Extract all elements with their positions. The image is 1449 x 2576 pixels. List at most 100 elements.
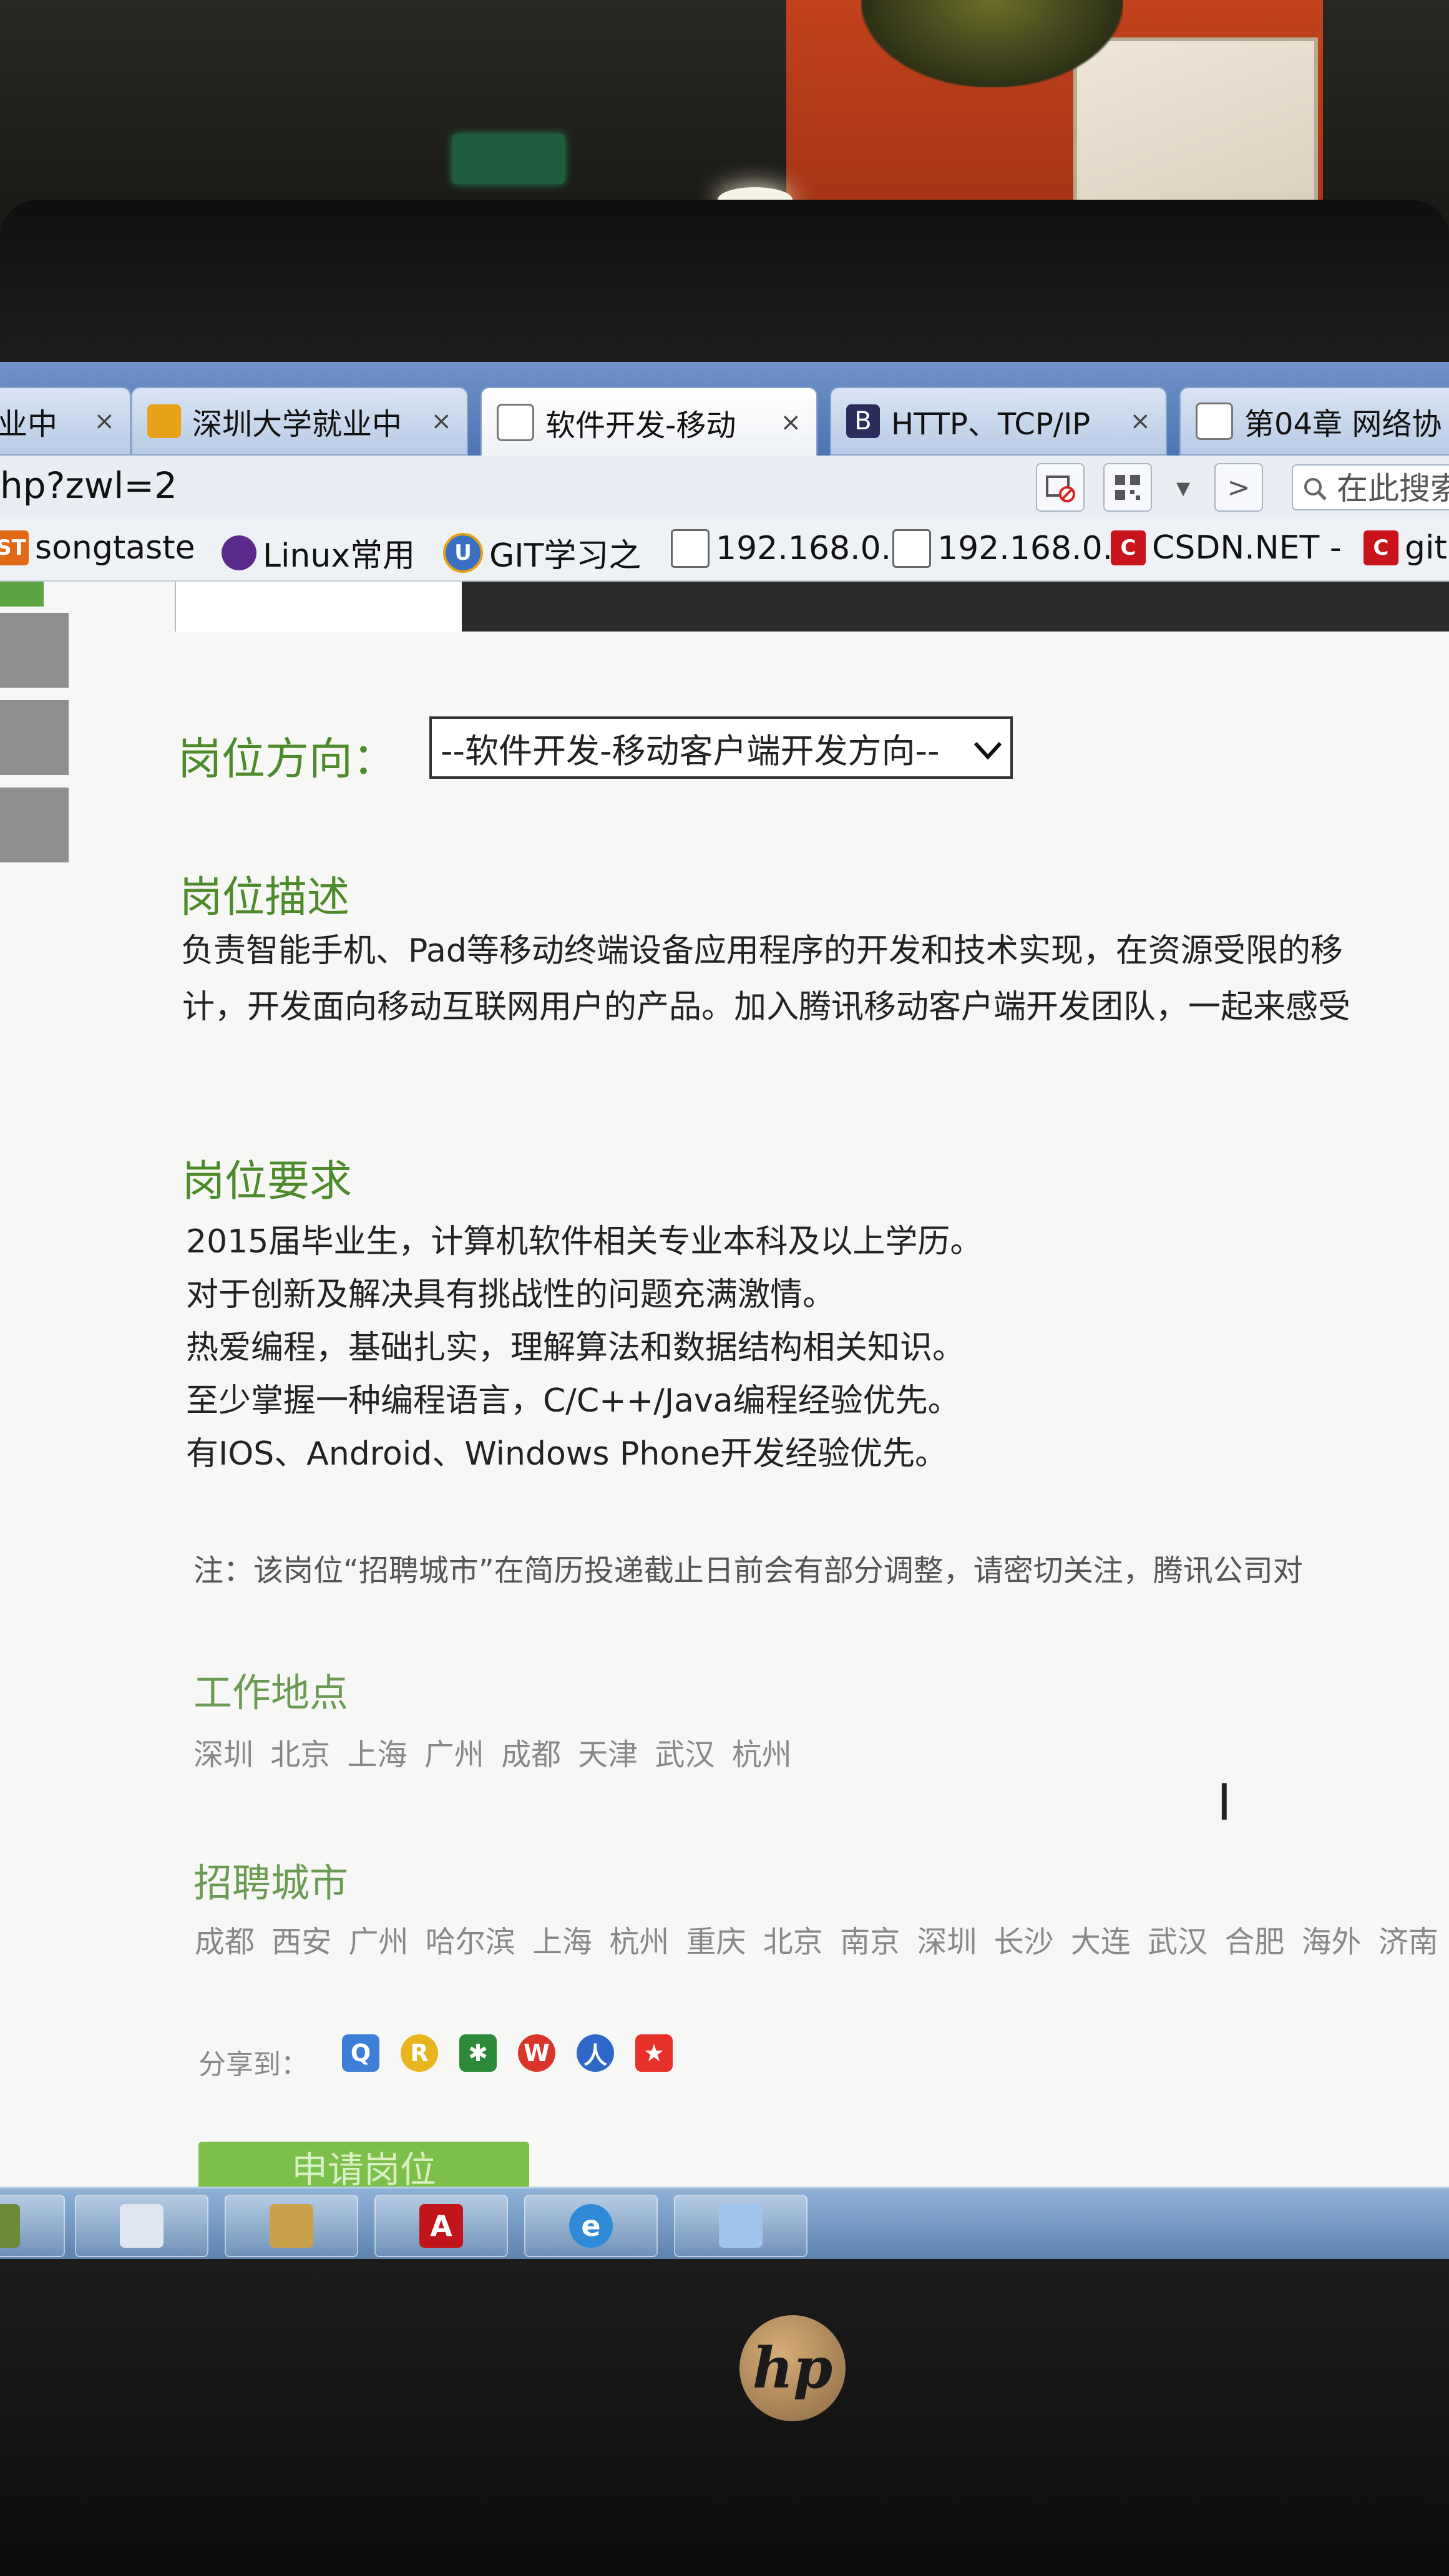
bookmark-label: CSDN.NET - (1152, 529, 1342, 567)
description-title: 岗位描述 (180, 873, 350, 922)
tab-2-active[interactable]: 软件开发-移动 × (481, 387, 817, 457)
szu-favicon-icon (147, 404, 181, 438)
plant-leaves (861, 0, 1123, 87)
u-icon: U (443, 532, 483, 573)
app-icon (0, 2204, 20, 2248)
renren-icon[interactable]: R (401, 2034, 438, 2072)
tab-close-icon[interactable]: × (84, 407, 115, 436)
block-icon[interactable] (1036, 463, 1085, 512)
recruit-cities: 成都 西安 广州 哈尔滨 上海 杭州 重庆 北京 南京 深圳 长沙 大连 武汉 … (195, 1925, 1449, 1959)
bookmark-lan-2[interactable]: 192.168.0. (892, 529, 1113, 568)
search-input[interactable]: 在此搜索 (1292, 464, 1449, 510)
nav-tab-active[interactable] (175, 582, 463, 632)
qzone-icon[interactable]: Q (342, 2034, 379, 2072)
notice-text: 注：该岗位“招聘城市”在简历投递截止日前会有部分调整，请密切关注，腾讯公司对 (193, 1553, 1303, 1588)
text-cursor-icon: I (1217, 1773, 1232, 1832)
windows-taskbar: A e (0, 2187, 1449, 2259)
sidebar-item[interactable] (0, 700, 69, 775)
bookmark-label: git (1405, 529, 1447, 567)
songtaste-icon: ST (0, 530, 29, 565)
left-sidebar (0, 582, 69, 894)
share-label: 分享到： (198, 2049, 308, 2081)
bookmark-lan-1[interactable]: 192.168.0. (671, 529, 891, 568)
tab-close-icon[interactable]: × (770, 408, 801, 437)
url-field[interactable]: hp?zwl=2 (0, 464, 177, 507)
linux-icon (222, 535, 256, 570)
taskbar-file-manager[interactable] (0, 2195, 65, 2257)
bookmarks-bar: ST songtaste Linux常用 U GIT学习之 192.168.0.… (0, 518, 1449, 582)
page-icon (892, 529, 931, 568)
kaixin-icon[interactable]: ✱ (459, 2034, 497, 2072)
chevron-down-icon (973, 728, 1003, 768)
document-icon (120, 2204, 163, 2248)
tab-1[interactable]: 深圳大学就业中 × (131, 387, 468, 456)
tab-close-icon[interactable]: × (421, 407, 452, 436)
taskbar-pdf-reader[interactable]: A (374, 2195, 508, 2257)
window-icon (719, 2204, 763, 2248)
requirements-title: 岗位要求 (182, 1157, 353, 1206)
tab-label: 业中 (0, 407, 58, 442)
monitor-bezel-bottom: hp (0, 2259, 1449, 2576)
address-bar: hp?zwl=2 ▾ > 在此搜索 (0, 456, 1449, 519)
qr-code-icon[interactable] (1103, 463, 1152, 512)
sidebar-accent (0, 582, 44, 607)
requirement-item: 有IOS、Android、Windows Phone开发经验优先。 (186, 1435, 948, 1473)
tab-3[interactable]: B HTTP、TCP/IP × (830, 387, 1167, 456)
search-icon (1302, 466, 1329, 509)
bookmark-git-2[interactable]: C git (1364, 529, 1447, 567)
bookmark-git[interactable]: U GIT学习之 (443, 529, 641, 576)
monitor-screen: 业中 × 深圳大学就业中 × 软件开发-移动 × B HTTP、TCP/IP ×… (0, 362, 1449, 2259)
ie-icon: e (569, 2204, 613, 2248)
taskbar-ie-browser[interactable]: e (524, 2195, 658, 2257)
description-line: 计，开发面向移动互联网用户的产品。加入腾讯移动客户端开发团队，一起来感受 (182, 988, 1351, 1026)
forward-button[interactable]: > (1214, 463, 1263, 512)
bootstrap-favicon-icon: B (846, 404, 880, 438)
monitor-bezel-top (0, 200, 1449, 362)
bookmark-label: songtaste (35, 529, 195, 567)
bookmark-label: GIT学习之 (489, 537, 642, 575)
tab-label: 第04章 网络协 (1244, 407, 1442, 442)
weibo-icon[interactable]: W (518, 2034, 555, 2072)
csdn-icon: C (1111, 530, 1146, 565)
bookmark-linux[interactable]: Linux常用 (222, 529, 415, 576)
chevron-down-icon[interactable]: ▾ (1171, 464, 1196, 510)
requirement-item: 对于创新及解决具有挑战性的问题充满激情。 (186, 1276, 836, 1314)
address-bar-tools: ▾ > (1036, 463, 1263, 512)
recruit-city-title: 招聘城市 (193, 1860, 349, 1906)
work-locations: 深圳 北京 上海 广州 成都 天津 武汉 杭州 (193, 1737, 792, 1772)
favorite-star-icon[interactable]: ★ (635, 2034, 673, 2072)
page-icon (671, 529, 710, 568)
taskbar-windows-explorer[interactable] (674, 2195, 807, 2257)
direction-value: --软件开发-移动客户端开发方向-- (441, 731, 940, 771)
tab-label: 软件开发-移动 (545, 408, 736, 443)
tab-label: 深圳大学就业中 (192, 407, 402, 442)
browser-tab-strip: 业中 × 深圳大学就业中 × 软件开发-移动 × B HTTP、TCP/IP ×… (0, 362, 1449, 457)
tab-label: HTTP、TCP/IP (891, 407, 1091, 442)
bookmark-label: 192.168.0. (937, 530, 1113, 567)
folder-icon (270, 2204, 313, 2248)
tab-0[interactable]: 业中 × (0, 387, 131, 456)
hp-logo: hp (739, 2315, 846, 2421)
bookmark-songtaste[interactable]: ST songtaste (0, 529, 195, 567)
description-line: 负责智能手机、Pad等移动终端设备应用程序的开发和技术实现，在资源受限的移 (181, 932, 1343, 970)
csdn-icon: C (1364, 530, 1398, 565)
tencent-weibo-icon[interactable]: 人 (577, 2034, 614, 2072)
requirement-item: 2015届毕业生，计算机软件相关专业本科及以上学历。 (186, 1223, 983, 1261)
requirement-item: 热爱编程，基础扎实，理解算法和数据结构相关知识。 (186, 1329, 965, 1367)
direction-label: 岗位方向： (178, 733, 396, 784)
taskbar-file-browser[interactable] (225, 2195, 358, 2257)
page-icon (497, 404, 534, 441)
direction-select[interactable]: --软件开发-移动客户端开发方向-- (429, 716, 1013, 779)
job-page: 岗位方向： --软件开发-移动客户端开发方向-- 岗位描述 负责智能手机、Pad… (0, 582, 1449, 2259)
bookmark-label: Linux常用 (263, 537, 416, 575)
sidebar-item[interactable] (0, 788, 69, 862)
bookmark-csdn[interactable]: C CSDN.NET - (1111, 529, 1342, 567)
work-location-title: 工作地点 (193, 1670, 349, 1715)
requirement-item: 至少掌握一种编程语言，C/C++/Java编程经验优先。 (186, 1382, 960, 1420)
share-icons: Q R ✱ W 人 ★ (342, 2034, 673, 2072)
tab-close-icon[interactable]: × (1120, 407, 1151, 436)
sidebar-item[interactable] (0, 613, 69, 688)
exit-sign (452, 134, 565, 184)
tab-4[interactable]: 第04章 网络协 (1179, 387, 1449, 456)
taskbar-document-viewer[interactable] (75, 2195, 208, 2257)
